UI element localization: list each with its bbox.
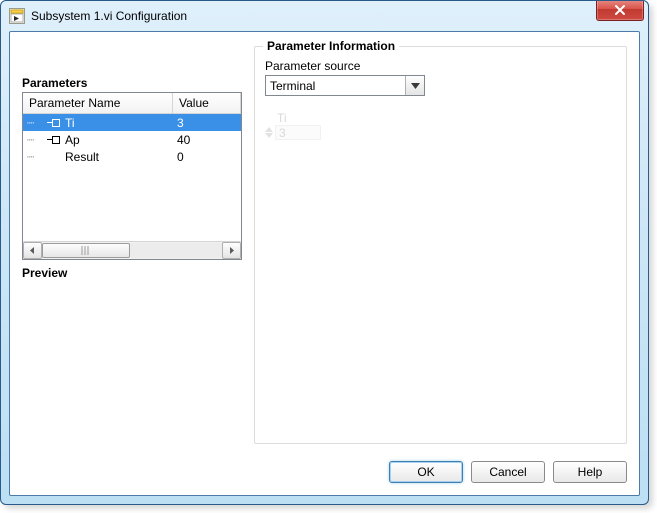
horizontal-scrollbar[interactable]: [23, 241, 241, 259]
button-row: OK Cancel Help: [389, 461, 627, 483]
close-icon: [614, 5, 626, 15]
cancel-button[interactable]: Cancel: [471, 461, 545, 483]
source-label: Parameter source: [265, 59, 616, 73]
window-title: Subsystem 1.vi Configuration: [31, 9, 187, 23]
parameter-info-group: Parameter Information Parameter source T…: [254, 46, 627, 444]
source-combo[interactable]: Terminal: [265, 75, 425, 96]
titlebar[interactable]: Subsystem 1.vi Configuration: [1, 1, 648, 31]
tree-dots-icon: ┈: [27, 150, 47, 164]
table-header: Parameter Name Value: [23, 93, 241, 114]
col-header-name[interactable]: Parameter Name: [23, 93, 173, 113]
client-area: Parameters Parameter Name Value ┈ Ti: [9, 31, 640, 496]
param-value: 40: [173, 133, 241, 147]
table-row[interactable]: ┈ Ti 3: [23, 114, 241, 131]
triangle-left-icon: [29, 247, 36, 254]
scroll-left-button[interactable]: [23, 242, 42, 259]
chevron-down-icon: [411, 83, 420, 89]
terminal-icon: [47, 119, 60, 127]
param-name: Ap: [65, 133, 80, 147]
tree-dots-icon: ┈: [27, 133, 47, 147]
scroll-right-button[interactable]: [222, 242, 241, 259]
table-row[interactable]: ┈ Result 0: [23, 148, 241, 165]
combo-dropdown-button[interactable]: [405, 76, 424, 95]
col-header-value[interactable]: Value: [173, 93, 241, 113]
triangle-right-icon: [228, 247, 235, 254]
combo-value: Terminal: [266, 79, 405, 93]
scroll-thumb[interactable]: [42, 243, 130, 258]
app-icon: [9, 8, 25, 24]
help-button[interactable]: Help: [553, 461, 627, 483]
spinner-icon: [265, 127, 273, 138]
table-row[interactable]: ┈ Ap 40: [23, 131, 241, 148]
scroll-track[interactable]: [42, 243, 222, 258]
parameters-table[interactable]: Parameter Name Value ┈ Ti 3: [22, 92, 242, 260]
tree-dots-icon: ┈: [27, 116, 47, 130]
terminal-preview: Ti 3: [265, 110, 616, 140]
param-value: 3: [173, 116, 241, 130]
preview-heading: Preview: [22, 266, 244, 280]
param-name: Ti: [65, 116, 75, 130]
group-legend: Parameter Information: [263, 39, 399, 53]
param-name: Result: [65, 150, 99, 164]
dialog-window: Subsystem 1.vi Configuration Parameters …: [0, 0, 649, 505]
parameters-heading: Parameters: [22, 76, 244, 90]
param-value: 0: [173, 150, 241, 164]
ok-button[interactable]: OK: [389, 461, 463, 483]
preview-param-value: 3: [275, 125, 321, 140]
preview-param-name: Ti: [265, 110, 616, 125]
terminal-icon: [47, 136, 60, 144]
close-button[interactable]: [596, 0, 644, 21]
